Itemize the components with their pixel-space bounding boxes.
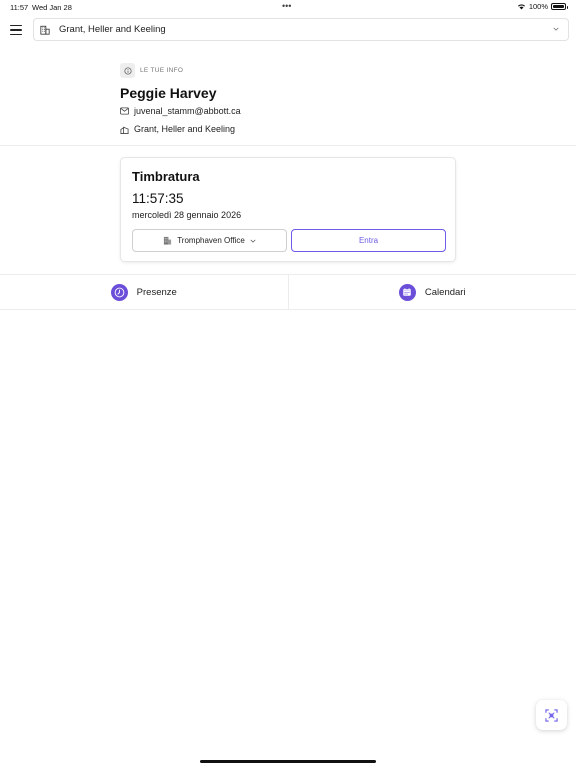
organization-name: Grant, Heller and Keeling: [59, 24, 166, 35]
status-time: 11:57: [10, 3, 29, 12]
email-row: juvenal_stamm@abbott.ca: [120, 106, 241, 116]
qr-scan-button[interactable]: [536, 700, 567, 730]
status-bar: 11:57 Wed Jan 28 ••• 100%: [0, 0, 576, 14]
info-section-label: LE TUE INFO: [140, 67, 184, 74]
company-icon: [120, 126, 129, 134]
card-title: Timbratura: [132, 169, 200, 184]
hamburger-menu-icon[interactable]: [10, 25, 22, 35]
battery-percent: 100%: [528, 2, 548, 11]
office-building-icon: [164, 236, 172, 245]
user-name: Peggie Harvey: [120, 85, 217, 101]
wifi-icon: [517, 4, 525, 10]
tab-label: Presenze: [136, 286, 177, 298]
user-company: Grant, Heller and Keeling: [134, 124, 236, 134]
chevron-down-icon: [553, 27, 559, 31]
chevron-down-icon: [250, 239, 256, 243]
user-email: juvenal_stamm@abbott.ca: [134, 106, 241, 116]
info-icon: [120, 63, 135, 78]
building-icon: [40, 25, 50, 35]
office-select-button[interactable]: Tromphaven Office: [132, 229, 287, 252]
battery-icon: [551, 3, 568, 10]
divider: [0, 145, 576, 146]
mail-icon: [120, 107, 129, 115]
tab-presenze[interactable]: Presenze: [0, 275, 288, 309]
status-right: 100%: [517, 2, 568, 11]
company-row: Grant, Heller and Keeling: [120, 124, 235, 134]
clock-icon: [110, 283, 128, 301]
home-indicator[interactable]: [200, 760, 376, 763]
office-label: Tromphaven Office: [177, 236, 245, 245]
organization-selector[interactable]: Grant, Heller and Keeling: [33, 18, 569, 41]
qr-scan-icon: [545, 708, 558, 722]
clock-in-card: Timbratura 11:57:35 mercoledì 28 gennaio…: [120, 157, 456, 262]
tab-calendari[interactable]: Calendari: [287, 275, 576, 309]
current-date: mercoledì 28 gennaio 2026: [132, 210, 242, 220]
multitasking-dots[interactable]: •••: [282, 1, 291, 11]
current-time: 11:57:35: [132, 191, 184, 206]
bottom-section-tabs: Presenze Calendari: [0, 274, 576, 310]
status-date: Wed Jan 28: [32, 3, 72, 12]
tab-label: Calendari: [424, 286, 466, 298]
enter-button[interactable]: Entra: [291, 229, 446, 252]
info-section-header: LE TUE INFO: [120, 63, 183, 78]
calendar-icon: [398, 283, 416, 301]
